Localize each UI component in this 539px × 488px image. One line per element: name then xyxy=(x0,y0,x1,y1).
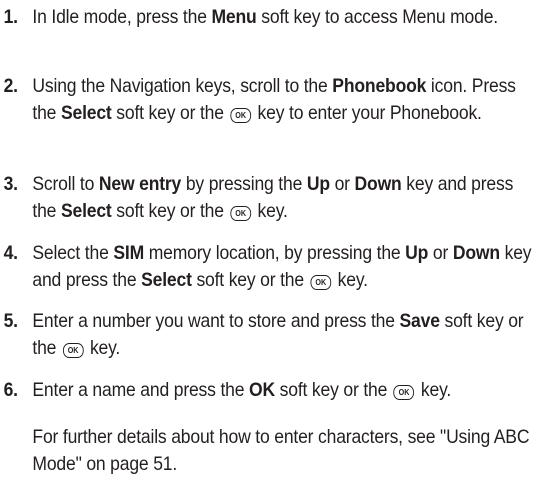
ok-key-icon: OK xyxy=(230,107,252,123)
manual-page: 1. In Idle mode, press the Menu soft key… xyxy=(0,0,539,488)
menu-key-name: Menu xyxy=(211,6,257,28)
text-run: key. xyxy=(252,199,288,222)
save-key-name: Save xyxy=(399,310,440,332)
text-run: soft key or the xyxy=(274,379,392,401)
ok-key-icon: OK xyxy=(62,342,84,358)
text-run: key. xyxy=(85,336,121,359)
text-run: key to enter your Phonebook. xyxy=(252,101,482,124)
text-run: Enter a name and press the xyxy=(32,379,250,401)
ok-key-name: OK xyxy=(249,379,275,401)
text-run: soft key or the xyxy=(191,268,309,291)
phonebook-icon-name: Phonebook xyxy=(332,75,427,97)
text-run: or xyxy=(329,173,355,195)
text-run: In Idle mode, press the xyxy=(32,6,212,28)
text-run: soft key or the xyxy=(111,199,229,222)
step-6: 6. Enter a name and press the OK soft ke… xyxy=(0,377,485,404)
ok-key-icon: OK xyxy=(393,385,415,400)
step-number: 3. xyxy=(3,173,18,195)
text-run: soft key to access Menu mode. xyxy=(256,6,498,28)
sim-location-name: SIM xyxy=(113,242,145,264)
note-text: For further details about how to enter c… xyxy=(32,426,530,475)
text-run: key. xyxy=(332,268,368,291)
up-key-name: Up xyxy=(306,173,330,195)
step-text: Enter a name and press the OK soft key o… xyxy=(32,377,539,404)
down-key-name: Down xyxy=(452,242,500,264)
step-number: 5. xyxy=(3,310,18,332)
text-run: soft key or the xyxy=(111,101,229,124)
step-number: 2. xyxy=(3,75,18,97)
text-run: Scroll to xyxy=(32,173,99,195)
select-key-name: Select xyxy=(141,268,192,291)
step-number: 4. xyxy=(3,242,18,264)
step-number: 6. xyxy=(3,379,18,401)
step-5: 5. Enter a number you want to store and … xyxy=(0,308,524,361)
text-run: by pressing the xyxy=(181,173,307,195)
select-key-name: Select xyxy=(60,199,112,222)
new-entry-name: New entry xyxy=(98,173,182,195)
text-run: key. xyxy=(416,379,452,401)
up-key-name: Up xyxy=(405,242,429,264)
step-number: 1. xyxy=(3,6,18,28)
text-run: Using the Navigation keys, scroll to the xyxy=(32,75,333,97)
note-paragraph: For further details about how to enter c… xyxy=(0,424,529,477)
step-text: Select the SIM memory location, by press… xyxy=(32,240,539,293)
step-text: In Idle mode, press the Menu soft key to… xyxy=(32,4,539,31)
step-2: 2. Using the Navigation keys, scroll to … xyxy=(0,73,516,126)
select-key-name: Select xyxy=(60,101,112,124)
text-run: Select the xyxy=(32,242,114,264)
text-run: Enter a number you want to store and pre… xyxy=(32,310,400,332)
down-key-name: Down xyxy=(354,173,402,195)
step-1: 1. In Idle mode, press the Menu soft key… xyxy=(0,4,499,31)
ok-key-icon: OK xyxy=(310,274,332,290)
text-run: memory location, by pressing the xyxy=(144,242,406,264)
step-text: Scroll to New entry by pressing the Up o… xyxy=(32,171,539,224)
step-3: 3. Scroll to New entry by pressing the U… xyxy=(0,171,514,224)
text-run: or xyxy=(428,242,453,264)
ok-key-icon: OK xyxy=(230,205,252,221)
step-text: Enter a number you want to store and pre… xyxy=(32,308,539,361)
step-4: 4. Select the SIM memory location, by pr… xyxy=(0,240,532,293)
step-text: Using the Navigation keys, scroll to the… xyxy=(32,73,539,126)
